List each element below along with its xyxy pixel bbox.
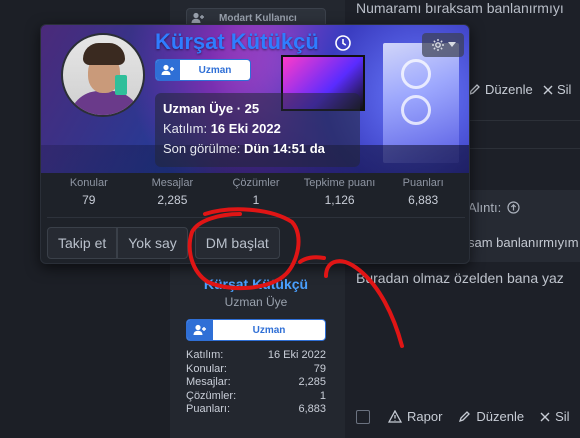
chevron-down-icon — [447, 42, 456, 47]
member-badge-label: Uzman — [198, 64, 232, 76]
stat-row: Konular: 79 — [186, 363, 326, 377]
joined-value: 16 Eki 2022 — [210, 121, 281, 136]
post-text: Numaramı bıraksam banlanırmıyı — [356, 0, 564, 16]
member-last-seen: Son görülme: Dün 14:51 da — [163, 139, 352, 159]
stat-item[interactable]: Konular 79 — [47, 177, 131, 207]
start-dm-button[interactable]: DM başlat — [194, 227, 280, 259]
delete-label: Sil — [557, 82, 572, 97]
edit-label: Düzenle — [476, 409, 525, 424]
stat-label: Puanları: — [186, 403, 231, 415]
stat-value: 79 — [313, 362, 326, 375]
author-title: Uzman Üye — [224, 295, 288, 309]
stat-value: 1 — [252, 193, 260, 207]
stat-label: Mesajlar — [151, 177, 194, 189]
close-icon — [543, 85, 553, 94]
stat-value: 6,883 — [408, 193, 439, 207]
member-settings-button[interactable] — [422, 33, 464, 57]
stat-label: Puanları — [402, 177, 444, 189]
select-checkbox[interactable] — [356, 409, 370, 424]
edit-button[interactable]: Düzenle — [468, 82, 533, 97]
stat-value: 2,285 — [157, 193, 188, 207]
user-banner-label: Modart Kullanıcı — [219, 12, 297, 24]
author-badge: Uzman — [186, 319, 326, 341]
quote-header-label: Alıntı: — [468, 200, 502, 215]
member-actions: Takip et Yok say DM başlat — [47, 227, 280, 259]
member-name-link[interactable]: Kürşat Kütükçü — [155, 29, 319, 55]
stat-label: Katılım: — [186, 349, 224, 361]
follow-button[interactable]: Takip et — [47, 227, 118, 259]
stat-item[interactable]: Mesajlar 2,285 — [131, 177, 215, 207]
cover-fan — [401, 95, 431, 125]
stat-row: Puanları: 6,883 — [186, 403, 326, 417]
stat-value: 1,126 — [324, 193, 355, 207]
member-tooltip-card: Kürşat Kütükçü Uzman Uzman Üye · 25 Katı… — [40, 24, 470, 264]
add-user-icon — [187, 320, 213, 340]
member-info-box: Uzman Üye · 25 Katılım: 16 Eki 2022 Son … — [155, 93, 360, 167]
edit-button[interactable]: Düzenle — [458, 409, 524, 424]
member-joined: Katılım: 16 Eki 2022 — [163, 119, 352, 139]
gear-icon — [431, 39, 444, 51]
post-author-block: Kürşat Kütükçü Uzman Üye Uzman Katılım: 1… — [186, 276, 326, 417]
member-role: Uzman Üye · 25 — [163, 101, 260, 116]
cover-fan — [401, 59, 431, 89]
stat-item[interactable]: Tepkime puanı 1,126 — [298, 177, 382, 207]
stat-label: Tepkime puanı — [303, 177, 376, 189]
stat-label: Mesajlar: — [186, 376, 231, 388]
stat-label: Konular — [69, 177, 108, 189]
pencil-icon — [459, 411, 471, 423]
stat-row: Katılım: 16 Eki 2022 — [186, 349, 326, 363]
member-stats: Konular 79 Mesajlar 2,285 Çözümler 1 Tepkim… — [41, 177, 469, 207]
delete-button[interactable]: Sil — [543, 82, 571, 97]
stat-value: 79 — [82, 193, 96, 207]
author-badge-label: Uzman — [252, 324, 286, 336]
stat-label: Çözümler — [232, 177, 280, 189]
stat-row: Mesajlar: 2,285 — [186, 376, 326, 390]
add-user-icon — [156, 60, 180, 80]
quote-text: sam banlanırmıyım — [468, 235, 579, 250]
report-button[interactable]: Rapor — [388, 409, 442, 424]
last-seen-label: Son görülme: — [163, 141, 241, 156]
arrow-up-circle-icon — [507, 201, 520, 214]
member-badge: Uzman — [155, 59, 251, 81]
stat-row: Çözümler: 1 — [186, 390, 326, 404]
avatar[interactable] — [61, 33, 145, 117]
joined-label: Katılım: — [163, 121, 208, 136]
author-name-link[interactable]: Kürşat Kütükçü — [186, 276, 326, 292]
ignore-button[interactable]: Yok say — [117, 227, 188, 259]
stat-label: Konular: — [186, 362, 227, 375]
stat-value: 6,883 — [298, 403, 326, 415]
divider — [47, 217, 465, 218]
close-icon — [540, 412, 550, 421]
edit-label: Düzenle — [485, 82, 533, 97]
delete-label: Sil — [555, 409, 570, 424]
stat-item[interactable]: Puanları 6,883 — [381, 177, 465, 207]
quote-header[interactable]: Alıntı: — [468, 200, 520, 215]
author-stats: Katılım: 16 Eki 2022 Konular: 79 Mesajlar:… — [186, 349, 326, 417]
clock-icon — [335, 35, 351, 51]
report-label: Rapor — [407, 409, 443, 424]
stat-value: 1 — [319, 389, 326, 402]
stat-label: Çözümler: — [186, 389, 237, 402]
stat-value: 16 Eki 2022 — [267, 349, 326, 361]
delete-button[interactable]: Sil — [540, 409, 570, 424]
warning-icon — [388, 410, 402, 423]
reply-text: Buradan olmaz özelden bana yaz — [356, 270, 564, 286]
stat-item[interactable]: Çözümler 1 — [214, 177, 298, 207]
last-seen-value: Dün 14:51 da — [243, 141, 325, 156]
post-action-bar: Rapor Düzenle Sil — [356, 409, 580, 424]
stat-value: 2,285 — [298, 376, 326, 388]
